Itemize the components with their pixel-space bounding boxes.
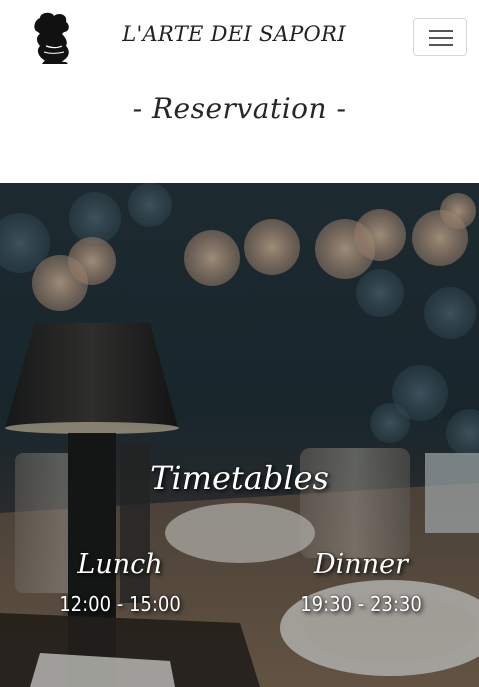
menu-toggle-button[interactable] (413, 18, 467, 56)
dinner-hours: 19:30 - 23:30 (300, 592, 422, 616)
hamburger-bar (429, 37, 453, 39)
hamburger-bar (429, 44, 453, 46)
navbar: L'ARTE DEI SAPORI (0, 0, 479, 78)
timetables-title: Timetables (150, 459, 329, 497)
chef-silhouette-icon[interactable] (30, 12, 76, 64)
page-title: - Reservation - (132, 92, 347, 125)
hamburger-menu-icon (429, 30, 453, 32)
lunch-hours: 12:00 - 15:00 (59, 592, 181, 616)
timetables-hero: Timetables Lunch 12:00 - 15:00 Dinner 19… (0, 183, 479, 687)
lunch-label: Lunch (77, 549, 163, 580)
dinner-label: Dinner (314, 549, 408, 580)
brand-name[interactable]: L'ARTE DEI SAPORI (118, 22, 350, 46)
